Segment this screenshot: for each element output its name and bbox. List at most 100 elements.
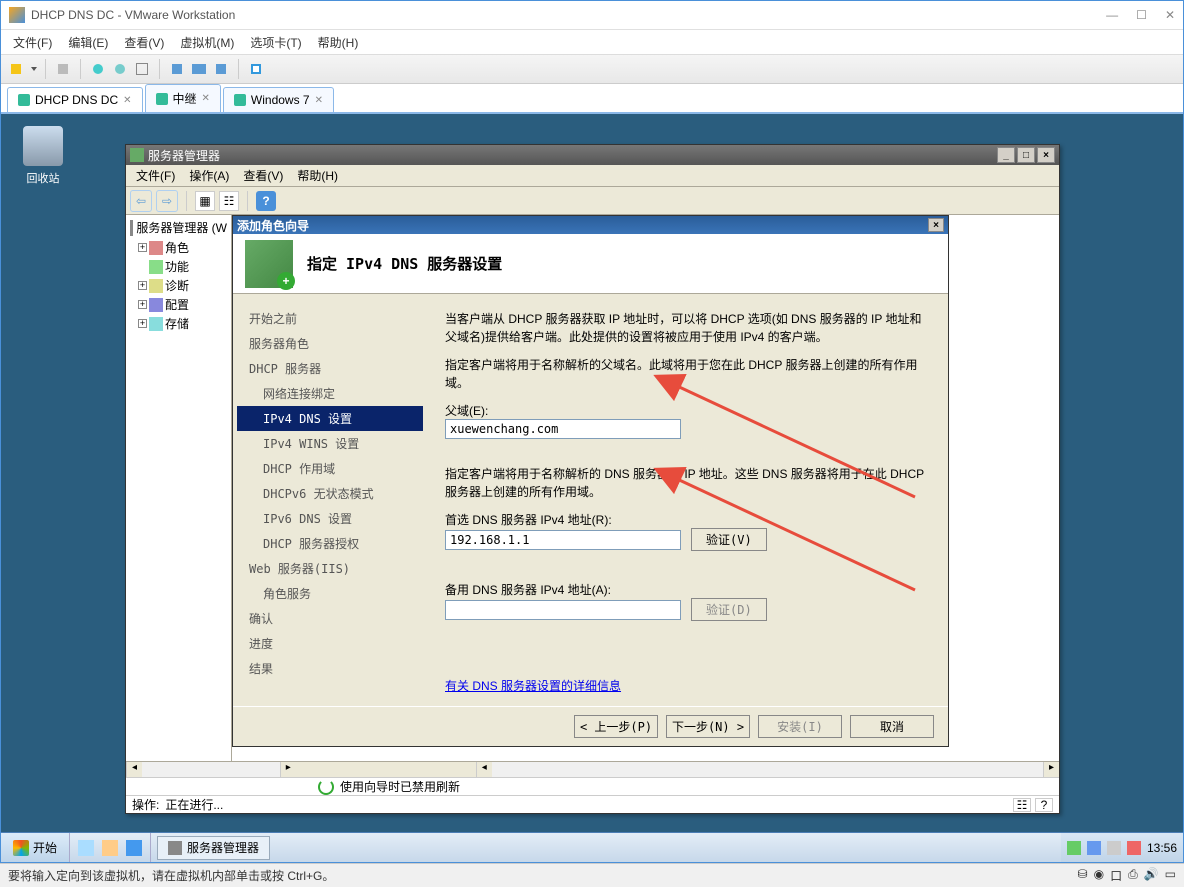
wizard-nav-item[interactable]: 服务器角色 (237, 331, 423, 356)
server-manager-icon (130, 148, 144, 162)
close-button[interactable]: × (1037, 147, 1055, 163)
tree-item-diagnostics[interactable]: +诊断 (128, 276, 229, 295)
tree-item-configuration[interactable]: +配置 (128, 295, 229, 314)
wizard-install-button[interactable]: 安装(I) (758, 715, 842, 738)
minimize-button[interactable]: — (1106, 8, 1118, 22)
revert-button[interactable] (111, 60, 129, 78)
explorer-icon[interactable] (102, 840, 118, 856)
vm-tab-label: 中继 (173, 90, 197, 107)
fullscreen-button[interactable] (247, 60, 265, 78)
windows-logo-icon (13, 840, 29, 856)
validate-preferred-button[interactable]: 验证(V) (691, 528, 767, 551)
menu-edit[interactable]: 编辑(E) (62, 32, 114, 53)
wizard-prev-button[interactable]: < 上一步(P) (574, 715, 658, 738)
tray-volume-icon[interactable] (1107, 841, 1121, 855)
wizard-cancel-button[interactable]: 取消 (850, 715, 934, 738)
status-help-icon[interactable]: ? (1035, 798, 1053, 812)
recycle-bin-label: 回收站 (27, 173, 60, 185)
menu-tabs[interactable]: 选项卡(T) (244, 32, 307, 53)
tray-network-icon[interactable] (1087, 841, 1101, 855)
wizard-nav-item[interactable]: DHCP 服务器 (237, 356, 423, 381)
vm-guest-display[interactable]: 回收站 服务器管理器 _ □ × 文件(F) 操作(A) 查看(V) 帮助(H) (1, 114, 1183, 862)
help-icon[interactable]: ? (256, 191, 276, 211)
menu-help[interactable]: 帮助(H) (312, 32, 365, 53)
menu-vm[interactable]: 虚拟机(M) (174, 32, 240, 53)
tray-clock[interactable]: 13:56 (1147, 841, 1177, 855)
start-button[interactable]: 开始 (1, 833, 69, 862)
wizard-next-button[interactable]: 下一步(N) > (666, 715, 750, 738)
more-info-link[interactable]: 有关 DNS 服务器设置的详细信息 (445, 677, 621, 694)
tree-item-features[interactable]: +功能 (128, 257, 229, 276)
taskbar-item-server-manager[interactable]: 服务器管理器 (157, 836, 270, 860)
wizard-close-button[interactable]: × (928, 218, 944, 232)
close-tab-icon[interactable]: ✕ (202, 93, 210, 104)
close-tab-icon[interactable]: ✕ (123, 95, 131, 106)
status-icon[interactable]: ☷ (1013, 798, 1031, 812)
vm-tab-relay[interactable]: 中继 ✕ (145, 84, 221, 112)
close-tab-icon[interactable]: ✕ (315, 95, 323, 106)
properties-button[interactable]: ☷ (219, 191, 239, 211)
preferred-dns-input[interactable] (445, 530, 681, 550)
device-display-icon[interactable]: ▭ (1165, 867, 1176, 884)
show-hide-tree-button[interactable]: ▦ (195, 191, 215, 211)
ie-icon[interactable] (126, 840, 142, 856)
wizard-nav-item[interactable]: 网络连接绑定 (237, 381, 423, 406)
menu-file[interactable]: 文件(F) (7, 32, 58, 53)
sm-menu-view[interactable]: 查看(V) (237, 165, 289, 186)
tree-item-roles[interactable]: +角色 (128, 238, 229, 257)
parent-domain-input[interactable] (445, 419, 681, 439)
snapshot-button[interactable] (89, 60, 107, 78)
wizard-nav-item[interactable]: IPv4 DNS 设置 (237, 406, 423, 431)
server-manager-titlebar[interactable]: 服务器管理器 _ □ × (126, 145, 1059, 165)
show-desktop-icon[interactable] (78, 840, 94, 856)
device-usb-icon[interactable]: ⎙ (1128, 867, 1138, 884)
wizard-nav-item[interactable]: DHCP 作用域 (237, 456, 423, 481)
tree-root-node[interactable]: 服务器管理器 (W (128, 217, 229, 238)
tray-icon[interactable] (1067, 841, 1081, 855)
device-cd-icon[interactable]: ◉ (1094, 867, 1104, 884)
device-network-icon[interactable]: ⼝ (1110, 867, 1122, 884)
thumbnails-button[interactable] (190, 60, 208, 78)
sm-menu-action[interactable]: 操作(A) (183, 165, 235, 186)
sm-menu-help[interactable]: 帮助(H) (291, 165, 344, 186)
nav-back-button[interactable] (130, 190, 152, 212)
wizard-titlebar[interactable]: 添加角色向导 × (233, 216, 948, 234)
maximize-button[interactable]: ☐ (1136, 8, 1147, 22)
tree-item-storage[interactable]: +存储 (128, 314, 229, 333)
device-hdd-icon[interactable]: ⛁ (1078, 867, 1088, 884)
wizard-nav-item[interactable]: IPv4 WINS 设置 (237, 431, 423, 456)
validate-alternate-button[interactable]: 验证(D) (691, 598, 767, 621)
wizard-nav-item[interactable]: DHCPv6 无状态模式 (237, 481, 423, 506)
menu-view[interactable]: 查看(V) (118, 32, 170, 53)
vmware-statusbar: 要将输入定向到该虚拟机，请在虚拟机内部单击或按 Ctrl+G。 ⛁ ◉ ⼝ ⎙ … (0, 863, 1184, 887)
send-ctrl-alt-del-button[interactable] (54, 60, 72, 78)
start-label: 开始 (33, 839, 57, 856)
wizard-nav-item[interactable]: 开始之前 (237, 306, 423, 331)
wizard-nav-item[interactable]: Web 服务器(IIS) (237, 556, 423, 581)
unity-button[interactable] (212, 60, 230, 78)
add-role-icon (245, 240, 293, 288)
maximize-button[interactable]: □ (1017, 147, 1035, 163)
power-dropdown-icon[interactable] (31, 67, 37, 71)
manage-snapshots-button[interactable] (133, 60, 151, 78)
vm-tab-windows7[interactable]: Windows 7 ✕ (223, 87, 334, 112)
wizard-nav-item[interactable]: 角色服务 (237, 581, 423, 606)
vm-tab-dhcp-dns-dc[interactable]: DHCP DNS DC ✕ (7, 87, 143, 112)
device-sound-icon[interactable]: 🔊 (1144, 867, 1159, 884)
quickswitch-button[interactable] (168, 60, 186, 78)
nav-forward-button[interactable] (156, 190, 178, 212)
wizard-nav-item[interactable]: 确认 (237, 606, 423, 631)
close-button[interactable]: ✕ (1165, 8, 1175, 22)
server-manager-title: 服务器管理器 (148, 147, 220, 164)
power-on-button[interactable] (7, 60, 25, 78)
wizard-nav-item[interactable]: 结果 (237, 656, 423, 681)
sm-menu-file[interactable]: 文件(F) (130, 165, 181, 186)
minimize-button[interactable]: _ (997, 147, 1015, 163)
tray-shield-icon[interactable] (1127, 841, 1141, 855)
wizard-nav-item[interactable]: IPv6 DNS 设置 (237, 506, 423, 531)
recycle-bin-icon[interactable]: 回收站 (15, 126, 71, 186)
wizard-nav-item[interactable]: 进度 (237, 631, 423, 656)
alternate-dns-input[interactable] (445, 600, 681, 620)
wizard-nav-item[interactable]: DHCP 服务器授权 (237, 531, 423, 556)
horizontal-scrollbar[interactable]: ◂▸ ◂▸ (126, 762, 1059, 778)
